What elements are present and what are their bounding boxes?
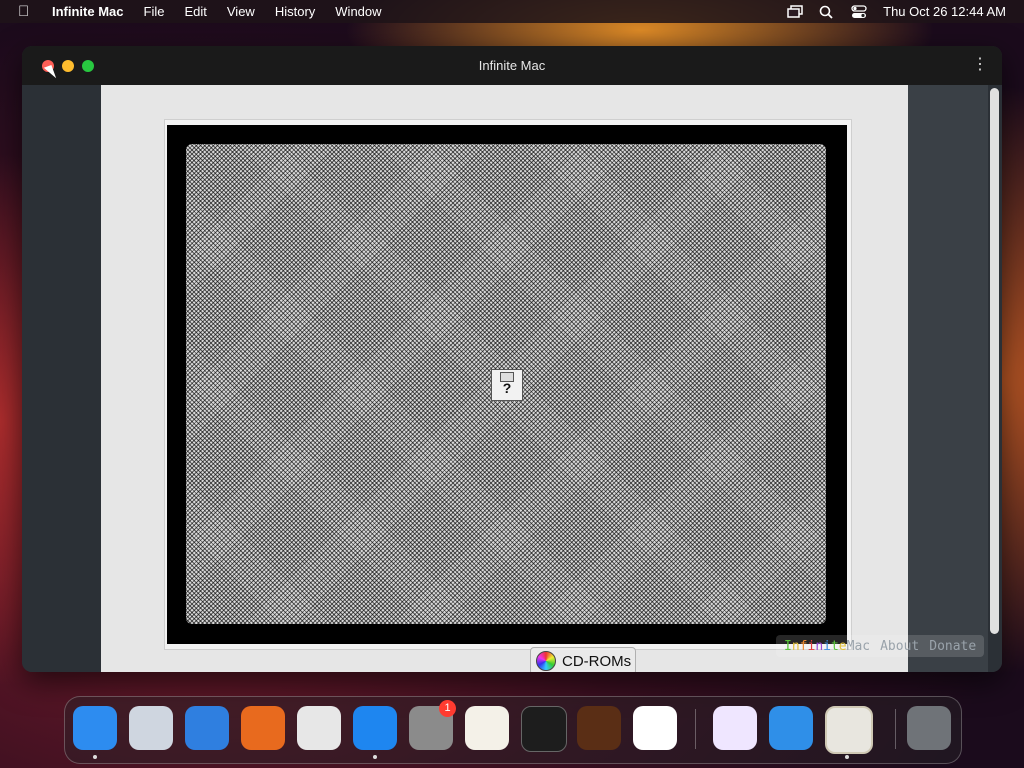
zoom-window-button[interactable]: [82, 60, 94, 72]
donate-link[interactable]: Donate: [929, 639, 976, 654]
brand-letter: i: [823, 638, 831, 654]
minimize-window-button[interactable]: [62, 60, 74, 72]
notification-badge: 1: [439, 700, 456, 717]
launchpad-icon[interactable]: [129, 706, 173, 750]
running-indicator: [845, 755, 849, 759]
browser-content: ? CD-ROMs InfiniteMac About Donate: [22, 85, 1002, 672]
safari-icon[interactable]: [185, 706, 229, 750]
visual-studio-icon[interactable]: [713, 706, 757, 750]
dock-separator: [895, 709, 896, 749]
garageband-icon[interactable]: [577, 706, 621, 750]
brand-letter: t: [830, 638, 839, 654]
vscode-icon[interactable]: [633, 706, 677, 750]
menu-bar:  Infinite Mac File Edit View History Wi…: [0, 0, 1024, 23]
menu-edit[interactable]: Edit: [184, 4, 206, 19]
running-indicator: [93, 755, 97, 759]
infinite-mac-brand-link[interactable]: InfiniteMac: [784, 639, 870, 654]
window-titlebar[interactable]: Infinite Mac ⋮: [22, 46, 1002, 85]
about-link[interactable]: About: [880, 639, 919, 654]
chrome-icon[interactable]: [297, 706, 341, 750]
brand-suffix: Mac: [846, 638, 871, 654]
brand-letter: n: [791, 638, 800, 654]
infinite-mac-app-icon[interactable]: [825, 706, 873, 754]
more-options-icon[interactable]: ⋮: [972, 56, 988, 74]
window-title: Infinite Mac: [478, 58, 546, 73]
trash-icon[interactable]: [907, 706, 951, 750]
brand-letter: n: [815, 638, 824, 654]
control-center-icon[interactable]: [851, 4, 867, 19]
site-links: InfiniteMac About Donate: [776, 635, 985, 657]
spotlight-search-icon[interactable]: [819, 5, 835, 19]
weather-icon[interactable]: [769, 706, 813, 750]
running-indicator: [373, 755, 377, 759]
dock-separator: [695, 709, 696, 749]
menu-history[interactable]: History: [275, 4, 315, 19]
system-settings-icon[interactable]: 1: [409, 700, 456, 750]
menu-view[interactable]: View: [227, 4, 255, 19]
missing-disk-icon: ?: [491, 369, 523, 401]
dock: 1: [64, 696, 962, 764]
apple-menu-icon[interactable]: : [18, 3, 34, 20]
side-panel: [908, 85, 988, 672]
menu-file[interactable]: File: [144, 4, 165, 19]
brand-wordmark: Infinite: [784, 639, 847, 654]
menu-app-name[interactable]: Infinite Mac: [52, 4, 124, 19]
infinite-mac-window: Infinite Mac ⋮ ? CD-ROMs InfiniteMac Abo…: [22, 46, 1002, 672]
textedit-icon[interactable]: [465, 706, 509, 750]
terminal-icon[interactable]: [521, 706, 567, 752]
cd-roms-button[interactable]: CD-ROMs: [530, 647, 636, 672]
firefox-icon[interactable]: [241, 706, 285, 750]
app-store-icon[interactable]: [353, 706, 397, 750]
screen-mirroring-icon[interactable]: [787, 4, 803, 19]
vertical-scrollbar[interactable]: [990, 88, 999, 634]
cd-roms-label: CD-ROMs: [562, 652, 632, 670]
emulator-screen[interactable]: ?: [186, 144, 826, 624]
cd-disc-icon: [536, 651, 556, 671]
clock-datetime[interactable]: Thu Oct 26 12:44 AM: [883, 4, 1006, 19]
brand-letter: e: [838, 638, 847, 654]
brand-letter: I: [784, 638, 792, 654]
web-page: ? CD-ROMs: [101, 85, 908, 672]
finder-icon[interactable]: [73, 706, 117, 750]
menu-window[interactable]: Window: [335, 4, 381, 19]
